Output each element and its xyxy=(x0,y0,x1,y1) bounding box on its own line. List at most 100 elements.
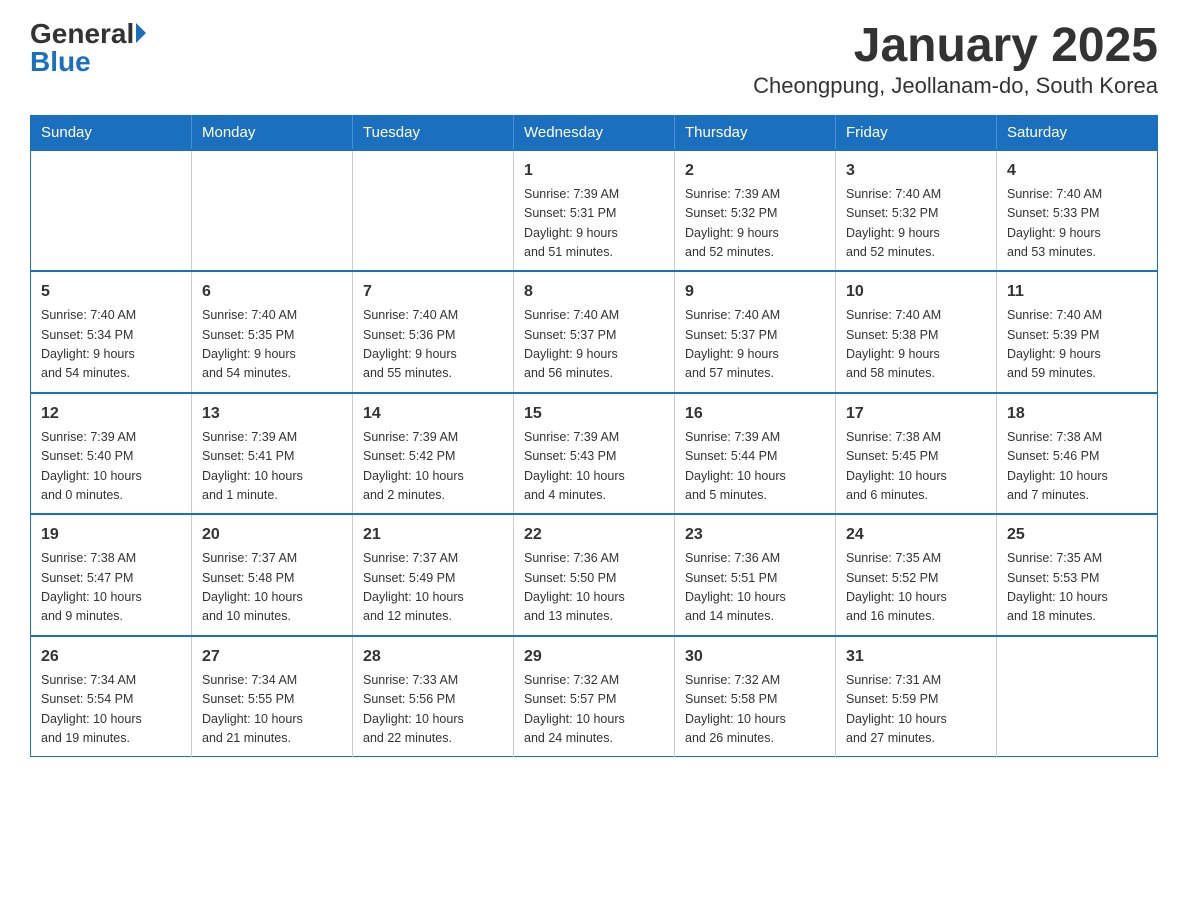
day-info: Sunrise: 7:38 AMSunset: 5:47 PMDaylight:… xyxy=(41,549,181,627)
day-info: Sunrise: 7:39 AMSunset: 5:42 PMDaylight:… xyxy=(363,428,503,506)
day-number: 10 xyxy=(846,280,986,304)
day-info: Sunrise: 7:32 AMSunset: 5:57 PMDaylight:… xyxy=(524,671,664,749)
day-number: 30 xyxy=(685,645,825,669)
calendar-day-cell xyxy=(997,636,1158,757)
calendar-day-cell: 9Sunrise: 7:40 AMSunset: 5:37 PMDaylight… xyxy=(675,271,836,393)
day-of-week-header: Wednesday xyxy=(514,115,675,150)
calendar-day-cell: 10Sunrise: 7:40 AMSunset: 5:38 PMDayligh… xyxy=(836,271,997,393)
calendar-day-cell: 25Sunrise: 7:35 AMSunset: 5:53 PMDayligh… xyxy=(997,514,1158,636)
day-number: 3 xyxy=(846,159,986,183)
day-info: Sunrise: 7:39 AMSunset: 5:31 PMDaylight:… xyxy=(524,185,664,263)
day-info: Sunrise: 7:39 AMSunset: 5:44 PMDaylight:… xyxy=(685,428,825,506)
day-number: 7 xyxy=(363,280,503,304)
day-number: 17 xyxy=(846,402,986,426)
day-info: Sunrise: 7:40 AMSunset: 5:38 PMDaylight:… xyxy=(846,306,986,384)
day-number: 14 xyxy=(363,402,503,426)
calendar-header: SundayMondayTuesdayWednesdayThursdayFrid… xyxy=(31,115,1158,150)
day-number: 25 xyxy=(1007,523,1147,547)
day-of-week-header: Saturday xyxy=(997,115,1158,150)
calendar-day-cell: 27Sunrise: 7:34 AMSunset: 5:55 PMDayligh… xyxy=(192,636,353,757)
calendar-day-cell xyxy=(192,150,353,272)
day-number: 26 xyxy=(41,645,181,669)
day-number: 1 xyxy=(524,159,664,183)
calendar-day-cell: 26Sunrise: 7:34 AMSunset: 5:54 PMDayligh… xyxy=(31,636,192,757)
day-info: Sunrise: 7:33 AMSunset: 5:56 PMDaylight:… xyxy=(363,671,503,749)
calendar-week-row: 26Sunrise: 7:34 AMSunset: 5:54 PMDayligh… xyxy=(31,636,1158,757)
day-info: Sunrise: 7:37 AMSunset: 5:48 PMDaylight:… xyxy=(202,549,342,627)
day-number: 13 xyxy=(202,402,342,426)
day-number: 15 xyxy=(524,402,664,426)
title-block: January 2025 Cheongpung, Jeollanam-do, S… xyxy=(753,20,1158,99)
calendar-day-cell: 15Sunrise: 7:39 AMSunset: 5:43 PMDayligh… xyxy=(514,393,675,515)
day-number: 5 xyxy=(41,280,181,304)
day-info: Sunrise: 7:36 AMSunset: 5:51 PMDaylight:… xyxy=(685,549,825,627)
calendar-day-cell: 11Sunrise: 7:40 AMSunset: 5:39 PMDayligh… xyxy=(997,271,1158,393)
calendar-day-cell: 13Sunrise: 7:39 AMSunset: 5:41 PMDayligh… xyxy=(192,393,353,515)
day-number: 19 xyxy=(41,523,181,547)
day-number: 24 xyxy=(846,523,986,547)
day-info: Sunrise: 7:34 AMSunset: 5:55 PMDaylight:… xyxy=(202,671,342,749)
calendar-day-cell: 22Sunrise: 7:36 AMSunset: 5:50 PMDayligh… xyxy=(514,514,675,636)
calendar-day-cell: 2Sunrise: 7:39 AMSunset: 5:32 PMDaylight… xyxy=(675,150,836,272)
day-of-week-header: Friday xyxy=(836,115,997,150)
calendar-day-cell: 8Sunrise: 7:40 AMSunset: 5:37 PMDaylight… xyxy=(514,271,675,393)
calendar-day-cell: 3Sunrise: 7:40 AMSunset: 5:32 PMDaylight… xyxy=(836,150,997,272)
day-number: 4 xyxy=(1007,159,1147,183)
logo-arrow-icon xyxy=(136,23,146,43)
day-number: 2 xyxy=(685,159,825,183)
calendar-day-cell: 31Sunrise: 7:31 AMSunset: 5:59 PMDayligh… xyxy=(836,636,997,757)
logo-general-text: General xyxy=(30,20,134,48)
day-number: 11 xyxy=(1007,280,1147,304)
day-number: 18 xyxy=(1007,402,1147,426)
day-of-week-header: Monday xyxy=(192,115,353,150)
calendar-day-cell: 23Sunrise: 7:36 AMSunset: 5:51 PMDayligh… xyxy=(675,514,836,636)
day-number: 9 xyxy=(685,280,825,304)
day-info: Sunrise: 7:35 AMSunset: 5:52 PMDaylight:… xyxy=(846,549,986,627)
calendar-day-cell xyxy=(353,150,514,272)
calendar-day-cell: 20Sunrise: 7:37 AMSunset: 5:48 PMDayligh… xyxy=(192,514,353,636)
day-info: Sunrise: 7:39 AMSunset: 5:40 PMDaylight:… xyxy=(41,428,181,506)
calendar-day-cell: 17Sunrise: 7:38 AMSunset: 5:45 PMDayligh… xyxy=(836,393,997,515)
calendar-day-cell: 29Sunrise: 7:32 AMSunset: 5:57 PMDayligh… xyxy=(514,636,675,757)
day-number: 27 xyxy=(202,645,342,669)
calendar-week-row: 12Sunrise: 7:39 AMSunset: 5:40 PMDayligh… xyxy=(31,393,1158,515)
day-info: Sunrise: 7:40 AMSunset: 5:32 PMDaylight:… xyxy=(846,185,986,263)
calendar-day-cell: 5Sunrise: 7:40 AMSunset: 5:34 PMDaylight… xyxy=(31,271,192,393)
days-of-week-row: SundayMondayTuesdayWednesdayThursdayFrid… xyxy=(31,115,1158,150)
calendar-week-row: 19Sunrise: 7:38 AMSunset: 5:47 PMDayligh… xyxy=(31,514,1158,636)
calendar-day-cell: 19Sunrise: 7:38 AMSunset: 5:47 PMDayligh… xyxy=(31,514,192,636)
calendar-day-cell: 21Sunrise: 7:37 AMSunset: 5:49 PMDayligh… xyxy=(353,514,514,636)
day-number: 28 xyxy=(363,645,503,669)
day-number: 31 xyxy=(846,645,986,669)
day-info: Sunrise: 7:32 AMSunset: 5:58 PMDaylight:… xyxy=(685,671,825,749)
day-number: 6 xyxy=(202,280,342,304)
day-number: 16 xyxy=(685,402,825,426)
day-info: Sunrise: 7:39 AMSunset: 5:41 PMDaylight:… xyxy=(202,428,342,506)
day-number: 20 xyxy=(202,523,342,547)
calendar-day-cell: 12Sunrise: 7:39 AMSunset: 5:40 PMDayligh… xyxy=(31,393,192,515)
logo: General Blue xyxy=(30,20,146,76)
page-title: January 2025 xyxy=(753,20,1158,73)
calendar-week-row: 1Sunrise: 7:39 AMSunset: 5:31 PMDaylight… xyxy=(31,150,1158,272)
day-info: Sunrise: 7:40 AMSunset: 5:36 PMDaylight:… xyxy=(363,306,503,384)
calendar-day-cell: 4Sunrise: 7:40 AMSunset: 5:33 PMDaylight… xyxy=(997,150,1158,272)
calendar-day-cell: 1Sunrise: 7:39 AMSunset: 5:31 PMDaylight… xyxy=(514,150,675,272)
logo-blue-text: Blue xyxy=(30,48,91,76)
calendar-day-cell: 14Sunrise: 7:39 AMSunset: 5:42 PMDayligh… xyxy=(353,393,514,515)
day-info: Sunrise: 7:40 AMSunset: 5:37 PMDaylight:… xyxy=(685,306,825,384)
day-info: Sunrise: 7:40 AMSunset: 5:37 PMDaylight:… xyxy=(524,306,664,384)
calendar-table: SundayMondayTuesdayWednesdayThursdayFrid… xyxy=(30,115,1158,758)
calendar-week-row: 5Sunrise: 7:40 AMSunset: 5:34 PMDaylight… xyxy=(31,271,1158,393)
calendar-body: 1Sunrise: 7:39 AMSunset: 5:31 PMDaylight… xyxy=(31,150,1158,757)
calendar-day-cell: 30Sunrise: 7:32 AMSunset: 5:58 PMDayligh… xyxy=(675,636,836,757)
day-number: 8 xyxy=(524,280,664,304)
calendar-day-cell: 28Sunrise: 7:33 AMSunset: 5:56 PMDayligh… xyxy=(353,636,514,757)
day-number: 29 xyxy=(524,645,664,669)
calendar-day-cell: 7Sunrise: 7:40 AMSunset: 5:36 PMDaylight… xyxy=(353,271,514,393)
day-info: Sunrise: 7:34 AMSunset: 5:54 PMDaylight:… xyxy=(41,671,181,749)
calendar-day-cell: 24Sunrise: 7:35 AMSunset: 5:52 PMDayligh… xyxy=(836,514,997,636)
day-info: Sunrise: 7:37 AMSunset: 5:49 PMDaylight:… xyxy=(363,549,503,627)
day-number: 12 xyxy=(41,402,181,426)
day-info: Sunrise: 7:35 AMSunset: 5:53 PMDaylight:… xyxy=(1007,549,1147,627)
day-info: Sunrise: 7:39 AMSunset: 5:32 PMDaylight:… xyxy=(685,185,825,263)
